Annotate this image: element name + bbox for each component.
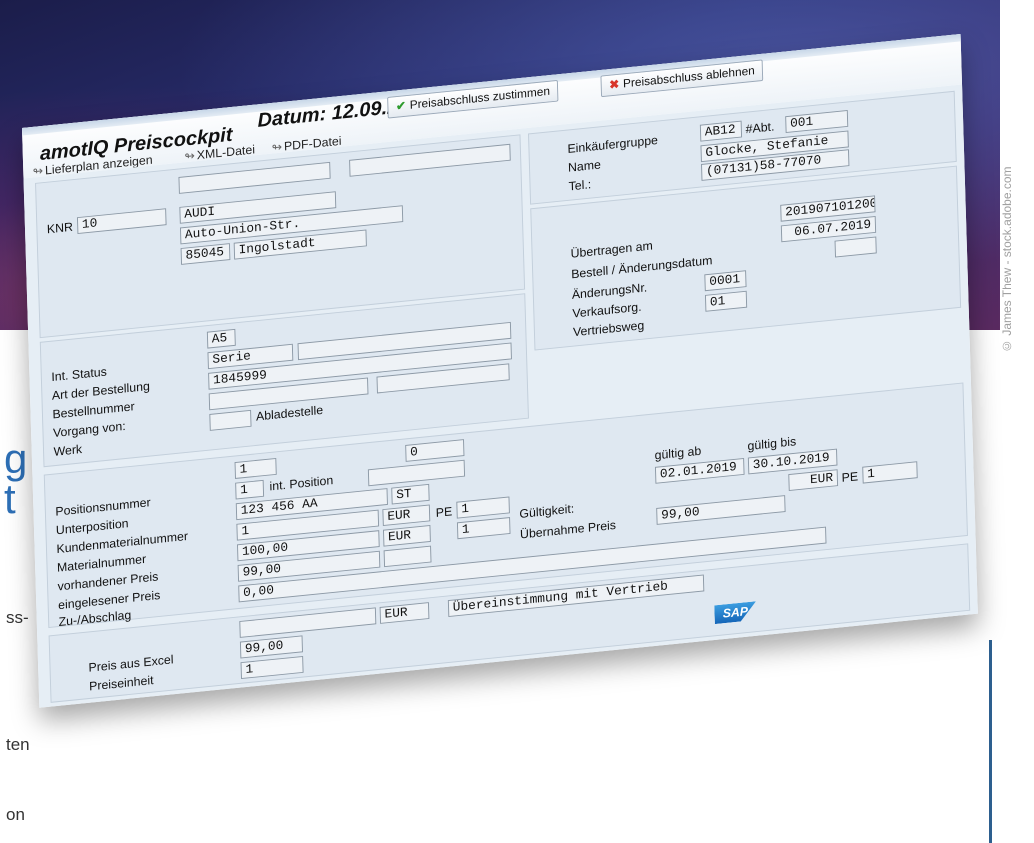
background-text-fragment: ten <box>6 735 30 754</box>
vorgang-label: Vorgang von: <box>52 418 126 440</box>
buyer-group-label: Einkäufergruppe <box>567 132 659 156</box>
excel-preis-extra-field <box>239 607 377 638</box>
background-text-fragment: ss- <box>6 608 29 627</box>
buyer-group-field[interactable]: AB12 <box>699 120 743 142</box>
uebernahme-label: Übernahme Preis <box>519 517 617 542</box>
background-text-fragment: t <box>4 475 16 522</box>
excel-currency-field[interactable]: EUR <box>379 602 430 624</box>
sap-logo: SAP <box>714 601 756 624</box>
abladestelle-label: Abladestelle <box>255 402 324 424</box>
background-text-fragment: g <box>4 435 28 482</box>
excel-preis-label: Preis aus Excel <box>88 652 174 675</box>
aenderung-label: ÄnderungsNr. <box>571 280 648 302</box>
int-status-label: Int. Status <box>51 364 108 384</box>
background-text-fragment: on <box>6 805 25 824</box>
validity-pe-label: PE <box>841 469 859 485</box>
dept-field[interactable]: 001 <box>785 109 849 134</box>
vorhanden-currency-field[interactable]: EUR <box>382 525 431 547</box>
vertriebsweg-field[interactable]: 01 <box>704 290 748 312</box>
kundenmaterial-unit-field[interactable]: ST <box>391 483 430 505</box>
uebernahme-field[interactable]: 99,00 <box>656 495 786 525</box>
materialnummer-currency-field[interactable]: EUR <box>382 504 431 527</box>
background-rule <box>989 640 992 843</box>
dept-label: #Abt. <box>745 119 775 137</box>
aenderung-field[interactable] <box>834 236 877 258</box>
knr-label: KNR <box>46 219 74 237</box>
pe-field-1[interactable]: 1 <box>456 496 510 519</box>
gueltig-ab-label: gültig ab <box>654 443 702 463</box>
verkaufsorg-field[interactable]: 0001 <box>704 270 747 292</box>
knr-field[interactable]: 10 <box>76 208 167 235</box>
gueltig-bis-label: gültig bis <box>747 434 797 453</box>
tel-label: Tel.: <box>568 176 592 194</box>
unterposition-label: Unterposition <box>55 515 129 538</box>
werk-field[interactable] <box>209 409 252 431</box>
sap-window: amotIQ Preiscockpit Datum: 12.09.2019 ✔ P… <box>22 33 978 708</box>
pe-label: PE <box>435 504 453 520</box>
gueltigkeit-label: Gültigkeit: <box>519 501 575 521</box>
int-position-extra-field <box>367 459 466 487</box>
preiseinheit-label: Preiseinheit <box>88 672 154 694</box>
unterposition-field[interactable]: 1 <box>235 479 265 500</box>
int-position-label: int. Position <box>269 472 334 494</box>
uebertragen-label: Übertragen am <box>570 238 654 261</box>
int-position-field[interactable]: 0 <box>405 439 465 462</box>
supplier-header-field-2 <box>349 143 511 177</box>
form-body: KNR 10 AUDI Auto-Union-Str. 85045 Ingols… <box>23 84 978 708</box>
validity-currency-field[interactable]: EUR <box>788 469 839 491</box>
eingelesen-extra-field <box>383 545 432 568</box>
supplier-zip-field[interactable]: 85045 <box>180 243 231 265</box>
preiseinheit-field[interactable]: 1 <box>240 655 304 680</box>
verkaufsorg-label: Verkaufsorg. <box>572 299 642 321</box>
positionsnummer-label: Positionsnummer <box>55 494 151 519</box>
buyer-name-label: Name <box>567 157 602 175</box>
werk-label: Werk <box>53 441 83 459</box>
supplier-header-field-1 <box>178 161 331 194</box>
validity-pe-field[interactable]: 1 <box>862 461 918 484</box>
vertriebsweg-label: Vertriebsweg <box>572 317 645 340</box>
pe-field-2[interactable]: 1 <box>456 517 511 540</box>
check-icon: ✔ <box>395 98 407 114</box>
int-status-field[interactable]: A5 <box>206 328 236 349</box>
cross-icon: ✖ <box>609 77 620 92</box>
excel-preis-field[interactable]: 99,00 <box>239 635 303 659</box>
photo-credit: © James Thew - stock.adobe.com <box>1000 166 1014 354</box>
gueltig-ab-field[interactable]: 02.01.2019 <box>654 457 745 484</box>
positionsnummer-field[interactable]: 1 <box>234 457 277 479</box>
